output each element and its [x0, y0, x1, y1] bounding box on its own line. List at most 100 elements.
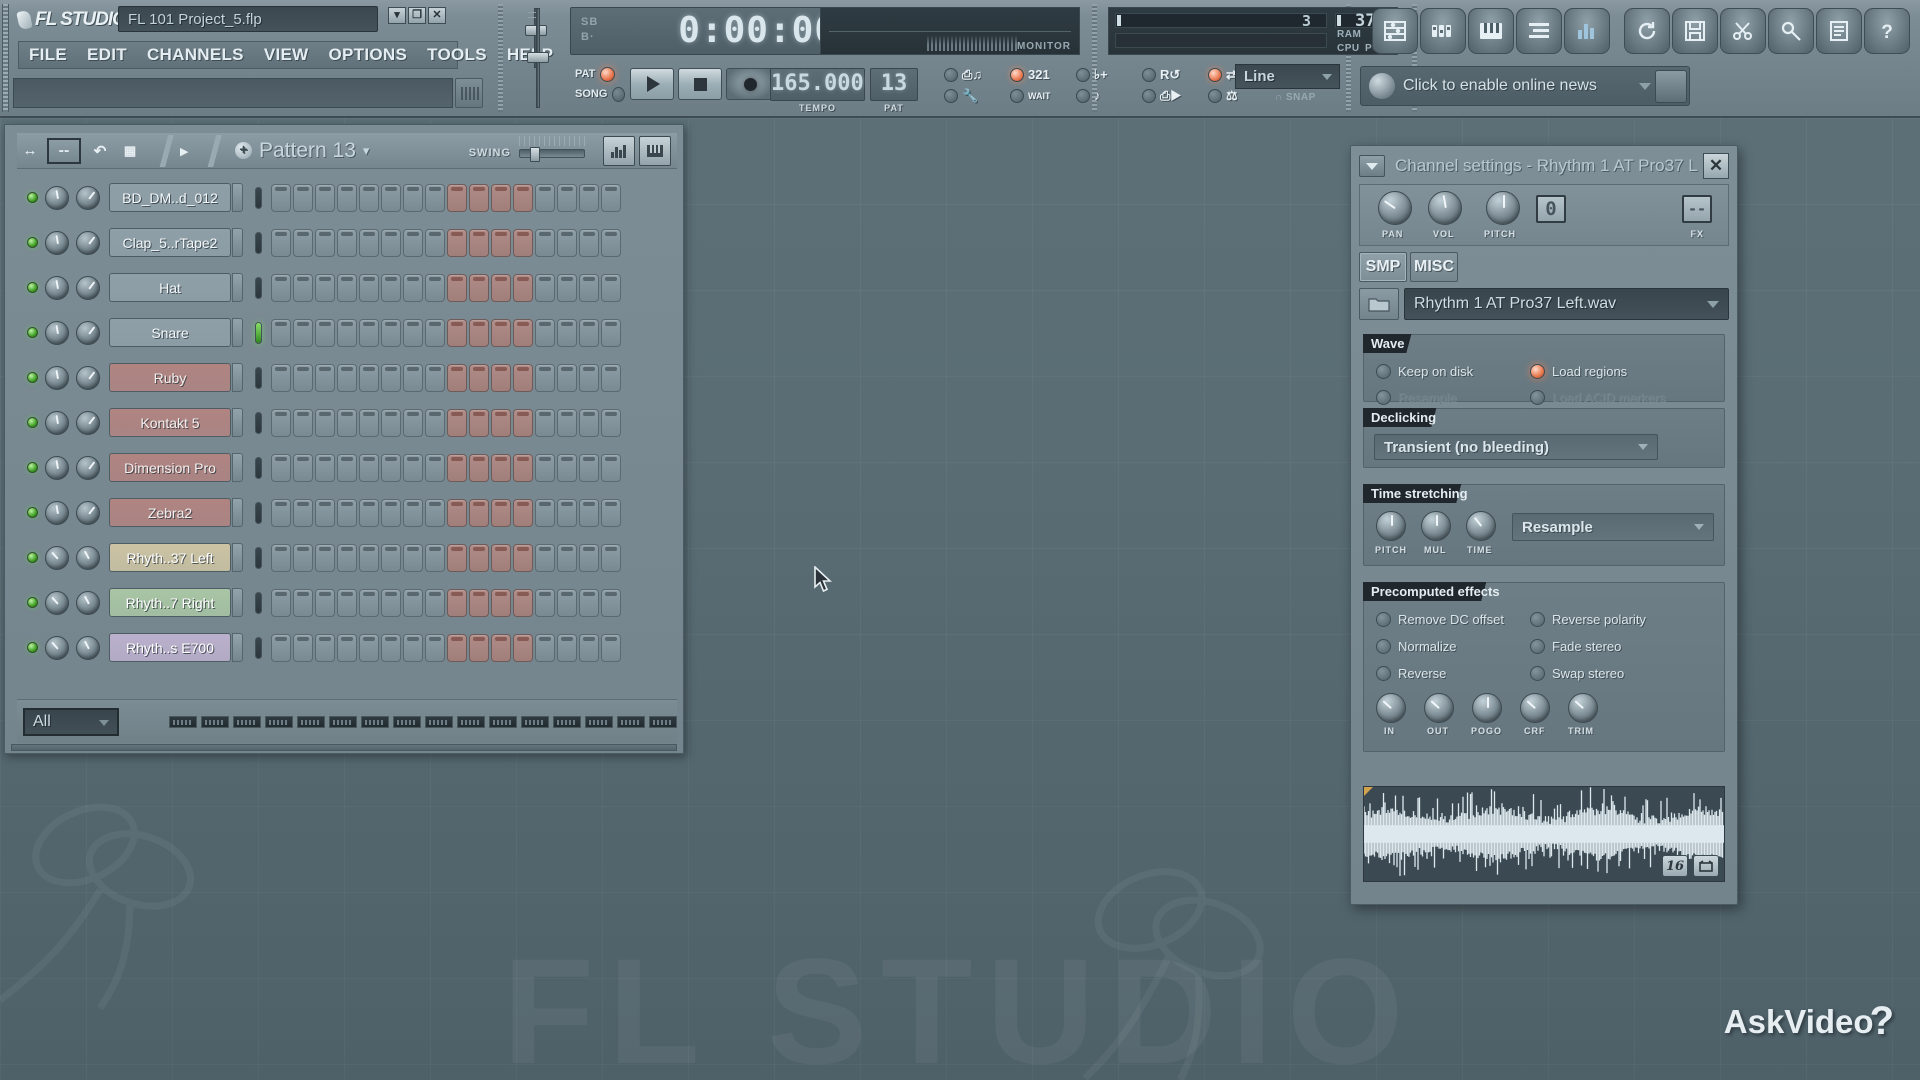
menu-item-tools[interactable]: TOOLS: [417, 42, 497, 68]
step-play-led[interactable]: [1142, 88, 1156, 103]
step-button[interactable]: [447, 633, 467, 662]
channel-volume-knob[interactable]: [76, 635, 100, 660]
keyboard-editor-button[interactable]: [639, 136, 671, 166]
menu-item-channels[interactable]: CHANNELS: [137, 42, 254, 68]
channel-pan-knob[interactable]: [45, 500, 69, 525]
step-button[interactable]: [381, 543, 401, 572]
time-display-panel[interactable]: SB B· 0:00:00: [570, 7, 850, 55]
channel-volume-knob[interactable]: [76, 590, 100, 615]
step-button[interactable]: [381, 408, 401, 437]
step-button[interactable]: [557, 453, 577, 482]
option-reverse-polarity[interactable]: Reverse polarity: [1530, 609, 1646, 629]
swing-control[interactable]: SWING: [469, 146, 585, 162]
volume-knob[interactable]: [1428, 191, 1462, 225]
step-button[interactable]: [535, 588, 555, 617]
channel-volume-knob[interactable]: [76, 545, 100, 570]
step-button[interactable]: [447, 588, 467, 617]
step-button[interactable]: [271, 588, 291, 617]
step-button[interactable]: [469, 408, 489, 437]
step-button[interactable]: [601, 633, 621, 662]
option-countdown[interactable]: ♪: [1076, 85, 1108, 106]
step-button[interactable]: [425, 498, 445, 527]
step-button[interactable]: [315, 498, 335, 527]
step-button[interactable]: [315, 543, 335, 572]
window-minimize-button[interactable]: ▾: [388, 7, 406, 24]
channel-mute-led[interactable]: [27, 237, 38, 248]
step-button[interactable]: [557, 228, 577, 257]
step-sequencer-button[interactable]: [1420, 8, 1466, 54]
channel-volume-knob[interactable]: [76, 275, 100, 300]
menu-item-options[interactable]: OPTIONS: [318, 42, 417, 68]
step-button[interactable]: [447, 228, 467, 257]
step-button[interactable]: [271, 183, 291, 212]
option-swap-stereo[interactable]: Swap stereo: [1530, 663, 1646, 683]
step-button[interactable]: [315, 408, 335, 437]
channel-pan-knob[interactable]: [45, 455, 69, 480]
option-step-edit[interactable]: 321: [1010, 64, 1051, 85]
option-record-automation[interactable]: ⚖: [1208, 85, 1238, 106]
step-button[interactable]: [535, 543, 555, 572]
option-resample[interactable]: Resample: [1376, 387, 1473, 407]
channel-handle[interactable]: [232, 273, 243, 302]
record-button[interactable]: [726, 68, 774, 100]
record-automation-led[interactable]: [1208, 88, 1222, 103]
menu-item-edit[interactable]: EDIT: [77, 42, 137, 68]
step-button[interactable]: [271, 408, 291, 437]
step-button[interactable]: [447, 408, 467, 437]
channel-pan-knob[interactable]: [45, 185, 69, 210]
channel-mute-led[interactable]: [27, 597, 38, 608]
step-button[interactable]: [359, 633, 379, 662]
step-button[interactable]: [403, 633, 423, 662]
step-button[interactable]: [293, 363, 313, 392]
step-button[interactable]: [535, 498, 555, 527]
multilink-led[interactable]: [944, 88, 958, 103]
step-button[interactable]: [535, 273, 555, 302]
song-mode-led[interactable]: [612, 86, 625, 102]
play-button[interactable]: [630, 68, 674, 100]
channel-pan-knob[interactable]: [45, 410, 69, 435]
step-button[interactable]: [271, 453, 291, 482]
arrows-horizontal-icon[interactable]: ↔: [17, 138, 43, 164]
channel-mute-led[interactable]: [27, 372, 38, 383]
step-button[interactable]: [425, 543, 445, 572]
trim-knob[interactable]: [1568, 693, 1598, 723]
pogo-knob[interactable]: [1472, 693, 1502, 723]
channel-handle[interactable]: [232, 363, 243, 392]
step-button[interactable]: [359, 588, 379, 617]
step-button[interactable]: [271, 498, 291, 527]
step-button[interactable]: [403, 408, 423, 437]
step-button[interactable]: [491, 588, 511, 617]
step-button[interactable]: [359, 498, 379, 527]
load-regions-radio[interactable]: [1530, 363, 1545, 379]
waveform-beats-button[interactable]: 16: [1662, 855, 1688, 877]
channel-pan-knob[interactable]: [45, 635, 69, 660]
window-maximize-button[interactable]: ❐: [408, 7, 426, 24]
step-button[interactable]: [535, 183, 555, 212]
step-button[interactable]: [403, 273, 423, 302]
folder-icon[interactable]: [1359, 288, 1399, 320]
menu-item-view[interactable]: VIEW: [254, 42, 319, 68]
channel-name-button[interactable]: BD_DM..d_012: [109, 183, 231, 212]
wait-led[interactable]: [1010, 88, 1024, 103]
step-button[interactable]: [513, 273, 533, 302]
blend-notes-led[interactable]: [1142, 67, 1156, 82]
step-button[interactable]: [293, 543, 313, 572]
step-button[interactable]: [491, 453, 511, 482]
channel-volume-knob[interactable]: [76, 455, 100, 480]
step-button[interactable]: [579, 363, 599, 392]
pattern-number-display[interactable]: 13 PAT: [870, 68, 918, 113]
step-button[interactable]: [359, 183, 379, 212]
channel-volume-knob[interactable]: [76, 410, 100, 435]
step-button[interactable]: [491, 633, 511, 662]
remove-dc-offset-radio[interactable]: [1376, 611, 1391, 627]
option-loop-record[interactable]: ⇄: [1208, 64, 1238, 85]
step-button[interactable]: [469, 498, 489, 527]
step-button[interactable]: [403, 318, 423, 347]
step-button[interactable]: [469, 318, 489, 347]
news-action-button[interactable]: [1655, 70, 1687, 103]
pattern-next-icon[interactable]: ▸: [171, 138, 197, 164]
step-button[interactable]: [359, 453, 379, 482]
step-button[interactable]: [579, 183, 599, 212]
step-button[interactable]: [601, 183, 621, 212]
channel-volume-knob[interactable]: [76, 365, 100, 390]
